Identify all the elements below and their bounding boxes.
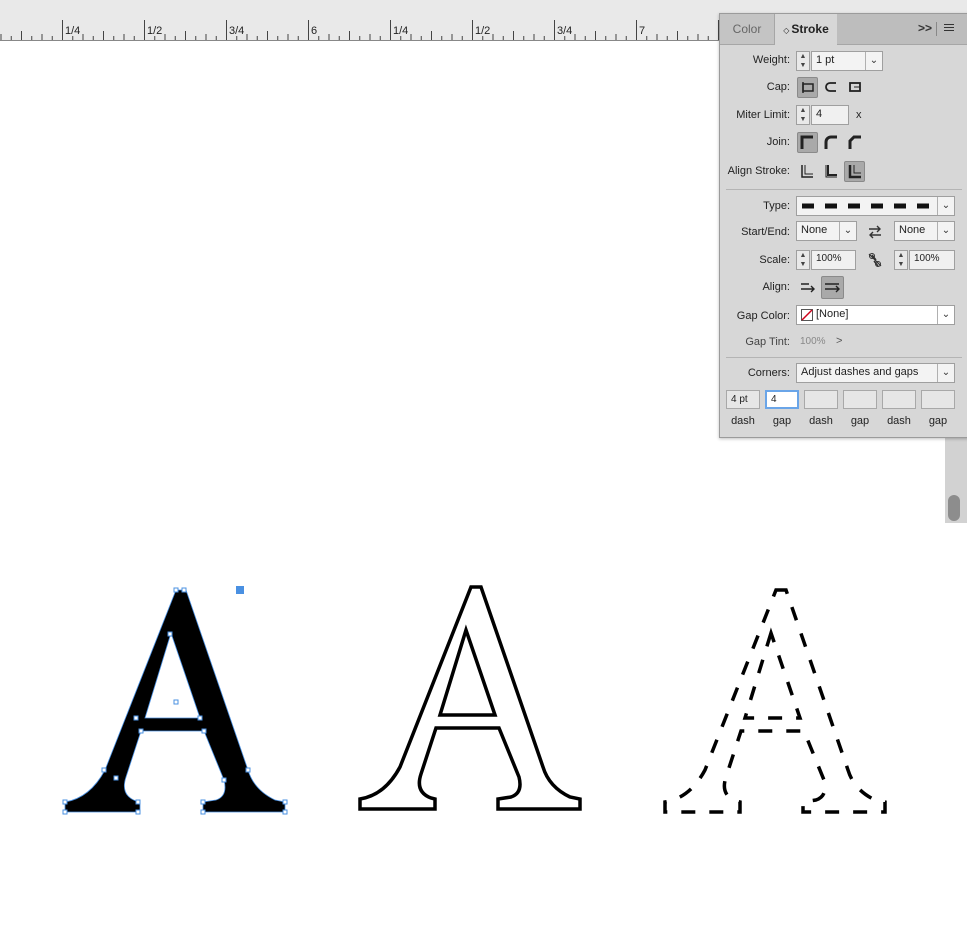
letter-artwork[interactable] xyxy=(0,530,967,830)
chevron-down-icon: ⌄ xyxy=(839,222,856,240)
scale-start-stepper-icon[interactable]: ▲ ▼ xyxy=(796,250,810,270)
stroke-type-dropdown[interactable]: ⌄ xyxy=(796,196,955,216)
chevron-down-icon: ⌄ xyxy=(937,197,954,215)
chevron-down-icon: ⌄ xyxy=(937,222,954,240)
align-inside-button[interactable] xyxy=(821,161,842,182)
chevron-down-icon: ⌄ xyxy=(937,364,954,382)
panel-tab-bar: Color ◇ Stroke >> xyxy=(720,14,967,45)
bevel-join-button[interactable] xyxy=(845,132,866,153)
align-center-icon xyxy=(801,165,813,178)
arrow-extend-icon xyxy=(801,283,815,293)
panel-menu-icon[interactable] xyxy=(944,24,954,33)
scale-end-field[interactable]: 100% xyxy=(909,250,955,270)
bevel-join-icon xyxy=(848,135,861,149)
weight-stepper-icon[interactable]: ▲ ▼ xyxy=(796,51,810,71)
updown-icon: ◇ xyxy=(783,26,790,35)
section-divider xyxy=(726,189,962,190)
scale-label: Scale: xyxy=(759,254,790,266)
align-inside-icon xyxy=(825,165,837,178)
butt-cap-button[interactable] xyxy=(797,77,818,98)
chevron-down-icon: ⌄ xyxy=(865,52,882,70)
dash-field-label: dash xyxy=(887,415,911,427)
gap-field-label: gap xyxy=(928,415,948,427)
gap-tint-arrow-icon[interactable]: > xyxy=(836,335,842,347)
round-cap-icon xyxy=(825,82,836,92)
tab-divider xyxy=(936,22,937,36)
stroke-panel: Color ◇ Stroke >> Weight: ▲ ▼ 1 pt ⌄ Cap: M… xyxy=(719,13,967,438)
gap-field-label: gap xyxy=(772,415,792,427)
gap-tint-label: Gap Tint: xyxy=(745,336,790,348)
ruler-label: 3/4 xyxy=(557,25,573,37)
ruler-label: 1/2 xyxy=(147,25,163,37)
weight-field[interactable]: 1 pt ⌄ xyxy=(811,51,883,71)
gap-field-2[interactable] xyxy=(843,390,877,409)
scale-end-stepper-icon[interactable]: ▲ ▼ xyxy=(894,250,908,270)
outlined-letter-a[interactable] xyxy=(358,585,582,811)
align-stroke-label: Align Stroke: xyxy=(727,165,790,177)
expand-panel-icon[interactable]: >> xyxy=(918,21,932,35)
dash-field-label: dash xyxy=(731,415,755,427)
gap-field-label: gap xyxy=(850,415,870,427)
cap-label: Cap: xyxy=(766,81,790,93)
round-cap-button[interactable] xyxy=(821,77,842,98)
miter-limit-label: Miter Limit: xyxy=(736,109,790,121)
dashed-letter-a[interactable] xyxy=(663,588,887,814)
end-arrowhead-dropdown[interactable]: None ⌄ xyxy=(894,221,955,241)
dash-field-label: dash xyxy=(809,415,833,427)
align-outside-icon xyxy=(848,165,861,179)
ruler-label: 3/4 xyxy=(229,25,245,37)
no-color-swatch-icon xyxy=(801,309,813,321)
arrow-place-icon xyxy=(825,283,840,293)
weight-label: Weight: xyxy=(752,54,790,66)
place-arrow-button[interactable] xyxy=(821,276,844,299)
ruler-label: 1/4 xyxy=(65,25,81,37)
ruler-label: 7 xyxy=(639,25,646,37)
dash-field-1[interactable]: 4 pt xyxy=(726,390,760,409)
ruler-label: 1/4 xyxy=(393,25,409,37)
chevron-down-icon: ⌄ xyxy=(937,306,954,324)
type-label: Type: xyxy=(763,200,790,212)
miter-suffix: x xyxy=(856,109,862,121)
projecting-cap-button[interactable] xyxy=(845,77,866,98)
dashed-line-preview xyxy=(802,203,934,209)
miter-limit-field[interactable]: 4 xyxy=(811,105,849,125)
dash-field-2[interactable] xyxy=(804,390,838,409)
miter-join-icon xyxy=(800,135,813,149)
ruler-label: 1/2 xyxy=(475,25,491,37)
center-point-handle[interactable] xyxy=(236,586,244,594)
miter-stepper-icon[interactable]: ▲ ▼ xyxy=(796,105,810,125)
extend-arrow-button[interactable] xyxy=(797,276,818,297)
miter-join-button[interactable] xyxy=(797,132,818,153)
corners-dropdown[interactable]: Adjust dashes and gaps ⌄ xyxy=(796,363,955,383)
align-center-button[interactable] xyxy=(797,161,818,182)
ruler-label: 6 xyxy=(311,25,318,37)
corners-label: Corners: xyxy=(747,367,790,379)
scroll-thumb[interactable] xyxy=(948,495,960,521)
swap-arrowheads-icon[interactable] xyxy=(866,223,884,244)
start-arrowhead-dropdown[interactable]: None ⌄ xyxy=(796,221,857,241)
join-label: Join: xyxy=(766,136,790,148)
section-divider xyxy=(726,357,962,358)
tab-color[interactable]: Color xyxy=(720,14,775,44)
link-scale-icon[interactable] xyxy=(866,251,884,272)
gap-color-label: Gap Color: xyxy=(736,310,790,322)
gap-tint-value: 100% xyxy=(800,336,826,347)
gap-field-3[interactable] xyxy=(921,390,955,409)
round-join-icon xyxy=(824,135,837,149)
gap-field-1[interactable]: 4 xyxy=(765,390,799,409)
round-join-button[interactable] xyxy=(821,132,842,153)
scale-start-field[interactable]: 100% xyxy=(811,250,856,270)
gap-color-dropdown[interactable]: [None] ⌄ xyxy=(796,305,955,325)
tab-stroke[interactable]: ◇ Stroke xyxy=(775,14,837,45)
projecting-cap-icon xyxy=(849,82,861,92)
start-end-label: Start/End: xyxy=(741,226,790,238)
butt-cap-icon xyxy=(802,82,814,93)
align-label: Align: xyxy=(762,281,790,293)
align-outside-button[interactable] xyxy=(844,161,865,182)
dash-field-3[interactable] xyxy=(882,390,916,409)
